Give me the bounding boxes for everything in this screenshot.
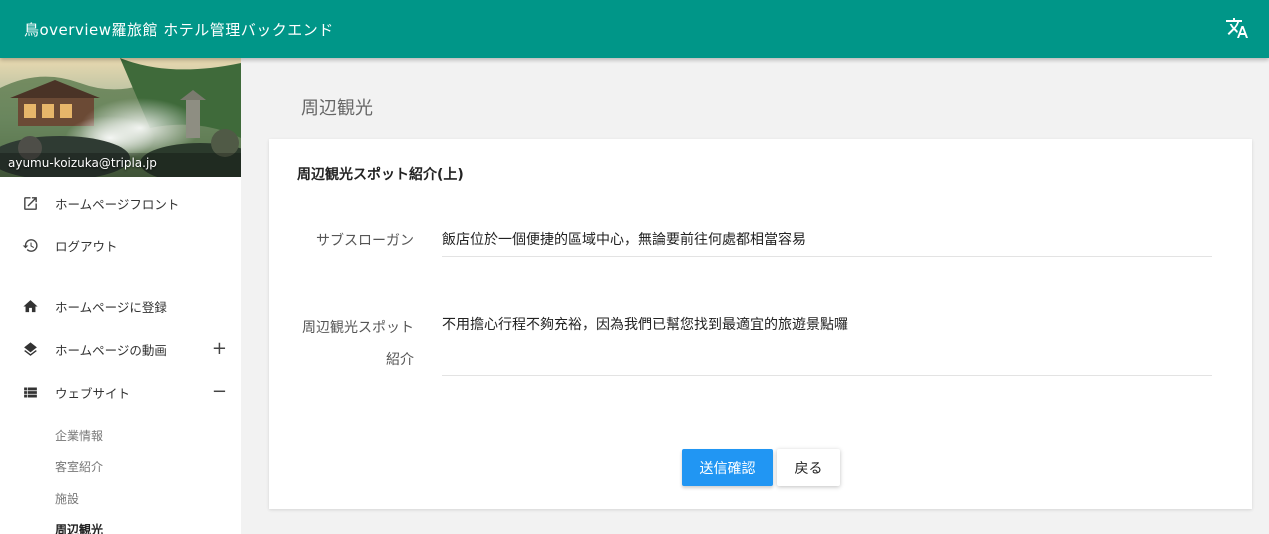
history-icon — [22, 237, 39, 254]
spot-intro-label-line1: 周辺観光スポット — [302, 320, 414, 336]
subnav-facilities[interactable]: 施設 — [55, 490, 79, 507]
user-email: ayumu-koizuka@tripla.jp — [8, 156, 157, 170]
nav-label: ウェブサイト — [55, 385, 131, 401]
nav-label: ホームページフロント — [55, 196, 180, 212]
app-title: 鳥overview羅旅館 ホテル管理バックエンド — [24, 20, 334, 39]
subnav-sightseeing[interactable]: 周辺観光 — [55, 521, 103, 534]
nav-website[interactable]: ウェブサイト − — [0, 372, 241, 412]
sidebar-hero-image: ayumu-koizuka@tripla.jp — [0, 58, 241, 177]
form-card: 周辺観光スポット紹介(上) サブスローガン 飯店位於一個便捷的區域中心，無論要前… — [269, 139, 1252, 509]
layers-icon — [22, 341, 39, 358]
nav-homepage-front[interactable]: ホームページフロント — [0, 183, 241, 223]
nav-label: ログアウト — [55, 238, 118, 254]
home-icon — [22, 298, 39, 315]
sub-slogan-input[interactable]: 飯店位於一個便捷的區域中心，無論要前往何處都相當容易 — [442, 229, 1212, 257]
nav-homepage-register[interactable]: ホームページに登録 — [0, 286, 241, 326]
card-title: 周辺観光スポット紹介(上) — [297, 167, 464, 183]
nav-logout[interactable]: ログアウト — [0, 225, 241, 265]
spot-intro-textarea[interactable]: 不用擔心行程不夠充裕，因為我們已幫您找到最適宜的旅遊景點囉 — [442, 314, 1212, 376]
subnav-rooms[interactable]: 客室紹介 — [55, 458, 103, 475]
sub-slogan-label: サブスローガン — [316, 233, 414, 249]
subnav-company-info[interactable]: 企業情報 — [55, 427, 103, 444]
submit-confirm-button[interactable]: 送信確認 — [682, 449, 773, 486]
sidebar: ayumu-koizuka@tripla.jp ホームページフロント ログアウト… — [0, 58, 241, 534]
spot-intro-label-line2: 紹介 — [386, 352, 414, 368]
open-in-new-icon — [22, 195, 39, 212]
nav-label: ホームページの動画 — [55, 342, 167, 358]
app-header: 鳥overview羅旅館 ホテル管理バックエンド — [0, 0, 1269, 58]
back-button[interactable]: 戻る — [777, 449, 840, 486]
nav-label: ホームページに登録 — [55, 299, 167, 315]
list-icon — [22, 384, 39, 401]
translate-icon[interactable] — [1225, 15, 1249, 41]
collapse-icon[interactable]: − — [212, 383, 227, 401]
page-title: 周辺観光 — [301, 98, 373, 119]
expand-icon[interactable]: + — [212, 340, 227, 358]
nav-homepage-video[interactable]: ホームページの動画 + — [0, 329, 241, 369]
